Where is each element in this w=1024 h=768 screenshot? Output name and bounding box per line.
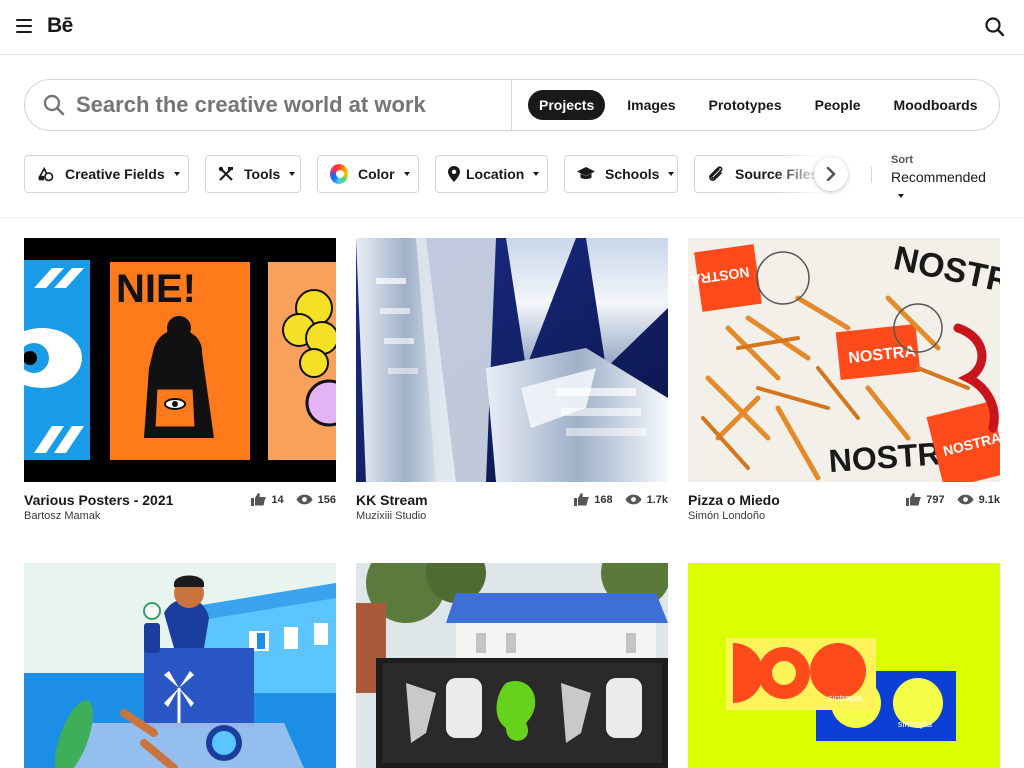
- tools-icon: [218, 165, 234, 183]
- location-label: Location: [466, 166, 525, 182]
- project-thumbnail[interactable]: NIE!: [24, 238, 336, 482]
- chevron-down-icon: [898, 193, 904, 198]
- chevron-down-icon: [533, 172, 540, 176]
- project-owner[interactable]: Muzixiii Studio: [356, 510, 426, 522]
- chevron-down-icon: [403, 172, 410, 176]
- schools-label: Schools: [605, 166, 660, 182]
- chevron-down-icon: [668, 172, 675, 176]
- creative-fields-icon: [37, 165, 55, 183]
- creative-fields-filter-button[interactable]: Creative Fields: [24, 155, 189, 193]
- location-filter-button[interactable]: Location: [435, 155, 548, 193]
- tab-projects[interactable]: Projects: [528, 90, 606, 120]
- pizza-o-miedo-artwork: NOSTRA NOSTRA NOSTRA NOSTRA NOSTRA: [688, 238, 1000, 482]
- project-thumbnail[interactable]: [356, 563, 668, 768]
- location-pin-icon: [448, 165, 460, 183]
- color-filter-button[interactable]: Color: [317, 155, 419, 193]
- sort-divider: [871, 167, 872, 183]
- thumbs-up-icon: [251, 493, 267, 506]
- project-meta: Pizza o Miedo Simón Londoño 797 9.1k: [688, 492, 1000, 532]
- project-thumbnail[interactable]: sintropia sintropia: [688, 563, 1000, 768]
- tab-people[interactable]: People: [804, 90, 872, 120]
- schools-filter-button[interactable]: Schools: [564, 155, 678, 193]
- tab-images[interactable]: Images: [616, 90, 686, 120]
- view-count: 1.7k: [646, 493, 668, 506]
- project-thumbnail[interactable]: [356, 238, 668, 482]
- sort-dropdown[interactable]: Sort Recommended: [891, 154, 1000, 205]
- hamburger-menu-icon[interactable]: [16, 19, 32, 33]
- view-count: 156: [317, 493, 336, 506]
- posters-artwork: NIE!: [24, 238, 336, 482]
- project-stats: 14 156: [251, 493, 336, 506]
- thumbs-up-icon: [906, 493, 921, 506]
- search-icon: [43, 94, 65, 116]
- content-type-tabs: Projects Images Prototypes People Moodbo…: [528, 90, 1000, 120]
- project-card: [24, 563, 336, 768]
- like-count: 797: [926, 493, 945, 506]
- kk-stream-artwork: [356, 238, 668, 482]
- color-label: Color: [358, 166, 395, 182]
- project-title[interactable]: Various Posters - 2021: [24, 492, 173, 508]
- paperclip-icon: [707, 165, 725, 183]
- tab-moodboards[interactable]: Moodboards: [883, 90, 989, 120]
- color-wheel-icon: [330, 164, 348, 184]
- eye-icon: [957, 494, 974, 505]
- search-icon[interactable]: [984, 16, 1006, 38]
- project-thumbnail[interactable]: [24, 563, 336, 768]
- search-input[interactable]: [76, 90, 496, 120]
- project-meta: Various Posters - 2021 Bartosz Mamak 14 …: [24, 492, 336, 532]
- content-divider: [0, 217, 1024, 218]
- project-meta: KK Stream Muzixiii Studio 168 1.7k: [356, 492, 668, 532]
- project-card: NIE! Various Posters - 2021 Bartosz Mama…: [24, 238, 336, 532]
- search-divider: [511, 80, 512, 130]
- project-stats: 797 9.1k: [906, 493, 1000, 506]
- project-stats: 168 1.7k: [574, 493, 668, 506]
- view-count: 9.1k: [978, 493, 1000, 506]
- eye-icon: [296, 494, 313, 505]
- billboard-photo-artwork: [356, 563, 668, 768]
- project-owner[interactable]: Simón Londoño: [688, 510, 765, 522]
- sintropia-label: sintropia: [898, 719, 932, 729]
- project-card: KK Stream Muzixiii Studio 168 1.7k: [356, 238, 668, 532]
- tab-prototypes[interactable]: Prototypes: [698, 90, 793, 120]
- filter-bar: Creative Fields Tools Color Location Sch…: [24, 154, 1000, 198]
- project-title[interactable]: Pizza o Miedo: [688, 492, 780, 508]
- sort-value: Recommended: [891, 169, 986, 185]
- sintropia-label: sintropia: [828, 693, 862, 703]
- project-card: sintropia sintropia: [688, 563, 1000, 768]
- creative-fields-label: Creative Fields: [65, 166, 165, 182]
- chevron-down-icon: [289, 172, 296, 176]
- main-search-bar: Projects Images Prototypes People Moodbo…: [24, 79, 1000, 131]
- tools-filter-button[interactable]: Tools: [205, 155, 301, 193]
- eye-icon: [625, 494, 642, 505]
- scroll-filters-right-button[interactable]: [814, 157, 848, 191]
- like-count: 168: [594, 493, 613, 506]
- graduation-cap-icon: [577, 165, 595, 183]
- project-card: [356, 563, 668, 768]
- behance-logo[interactable]: Bē: [47, 14, 73, 38]
- sintropia-artwork: sintropia sintropia: [688, 563, 1000, 768]
- tools-label: Tools: [244, 166, 281, 182]
- chevron-down-icon: [173, 172, 180, 176]
- thumbs-up-icon: [574, 493, 589, 506]
- project-thumbnail[interactable]: NOSTRA NOSTRA NOSTRA NOSTRA NOSTRA: [688, 238, 1000, 482]
- project-card: NOSTRA NOSTRA NOSTRA NOSTRA NOSTRA Pizza…: [688, 238, 1000, 532]
- chevron-right-icon: [826, 167, 836, 181]
- illustration-artwork: [24, 563, 336, 768]
- sort-label: Sort: [891, 154, 913, 166]
- like-count: 14: [271, 493, 284, 506]
- project-title[interactable]: KK Stream: [356, 492, 428, 508]
- poster-word: NIE!: [116, 267, 196, 311]
- project-owner[interactable]: Bartosz Mamak: [24, 510, 100, 522]
- top-navigation-bar: Bē: [0, 0, 1024, 55]
